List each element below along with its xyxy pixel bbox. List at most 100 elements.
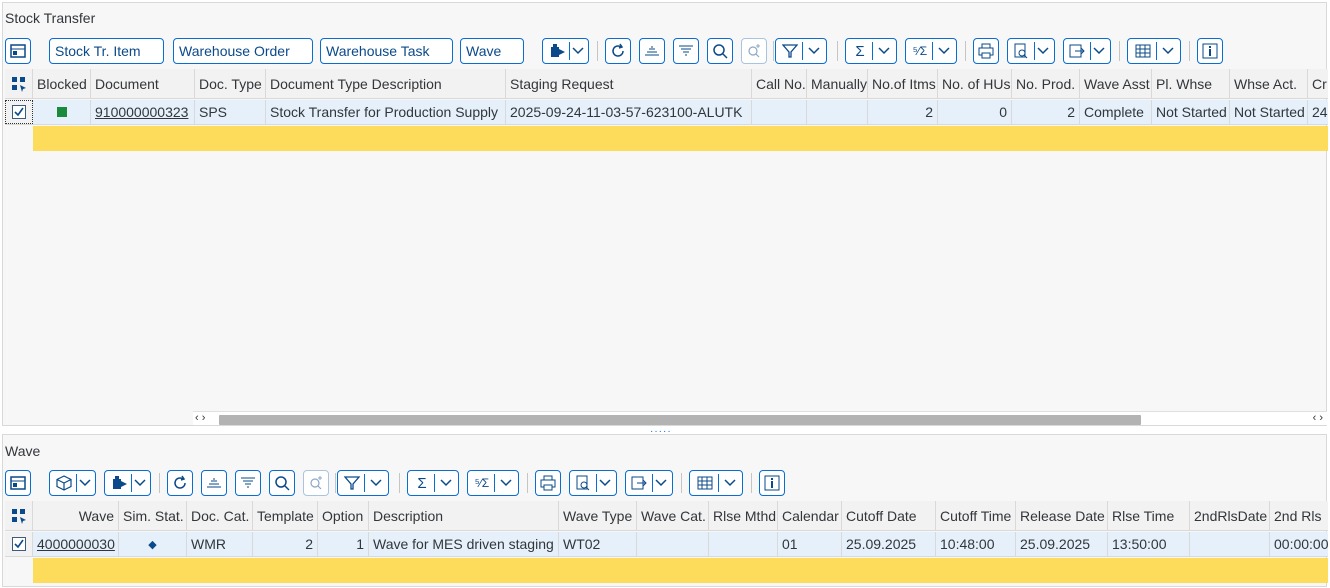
row-selector[interactable] <box>5 100 33 124</box>
column-header[interactable]: Staging Request <box>506 69 752 98</box>
print-button[interactable] <box>973 38 999 64</box>
scroll-left-icon[interactable]: ‹ › <box>195 412 205 424</box>
column-header[interactable]: Option <box>318 501 369 530</box>
new-entry-row[interactable] <box>33 126 1328 151</box>
sort-descending-button[interactable] <box>673 38 699 64</box>
column-header[interactable]: Doc. Type <box>195 69 266 98</box>
wave-toolbar: Σ ⁵⁄Σ <box>5 470 1323 498</box>
column-header[interactable]: 2nd Rls <box>1270 501 1328 530</box>
export-icon <box>111 475 129 491</box>
column-header[interactable]: Rlse Time <box>1108 501 1190 530</box>
column-header[interactable]: Pl. Whse <box>1152 69 1230 98</box>
export-menu-button[interactable] <box>104 470 151 496</box>
column-header[interactable]: Cutoff Date <box>842 501 936 530</box>
subtotal-menu-button[interactable]: ⁵⁄Σ <box>467 470 519 496</box>
column-header[interactable]: Template <box>253 501 318 530</box>
sort-ascending-button[interactable] <box>201 470 227 496</box>
export-icon <box>1069 43 1085 59</box>
select-all-icon[interactable] <box>5 69 33 98</box>
refresh-icon <box>610 43 626 59</box>
column-header[interactable]: Cutoff Time <box>936 501 1016 530</box>
table-row[interactable]: 4000000030 ◆ WMR 2 1 Wave for MES driven… <box>5 532 1328 557</box>
stock-tr-item-button[interactable]: Stock Tr. Item <box>49 38 164 64</box>
column-header[interactable]: Whse Act. <box>1230 69 1308 98</box>
column-header[interactable]: No. of HUs <box>938 69 1012 98</box>
print-button[interactable] <box>535 470 561 496</box>
search-plus-icon <box>746 43 762 59</box>
warehouse-task-button[interactable]: Warehouse Task <box>320 38 453 64</box>
checkbox-checked-icon[interactable] <box>11 537 26 551</box>
layout-button[interactable] <box>5 470 31 496</box>
view-menu-button[interactable] <box>569 470 617 496</box>
column-header[interactable]: No. Prod. <box>1012 69 1080 98</box>
column-header[interactable]: Call No. <box>752 69 807 98</box>
cutoff-time-cell: 10:48:00 <box>936 532 1016 556</box>
wave-button[interactable]: Wave <box>460 38 524 64</box>
export-menu-button[interactable] <box>542 38 589 64</box>
search-button[interactable] <box>707 38 733 64</box>
column-header[interactable]: Wave Cat. <box>637 501 709 530</box>
select-all-icon[interactable] <box>5 501 33 530</box>
refresh-button[interactable] <box>167 470 193 496</box>
wave-type-cell: WT02 <box>559 532 637 556</box>
object-menu-button[interactable] <box>49 470 96 496</box>
search-next-button[interactable] <box>303 470 329 496</box>
column-header[interactable]: No.of Itms <box>868 69 938 98</box>
column-header[interactable]: Doc. Cat. <box>187 501 253 530</box>
column-header[interactable]: Wave Type <box>559 501 637 530</box>
sum-menu-button[interactable]: Σ <box>407 470 459 496</box>
column-header[interactable]: Description <box>369 501 559 530</box>
layout-button[interactable] <box>5 38 31 64</box>
layout-menu-button[interactable] <box>689 470 743 496</box>
scroll-right-icon[interactable]: ‹ › <box>1313 412 1323 424</box>
column-header[interactable]: Document Type Description <box>266 69 506 98</box>
filter-menu-button[interactable] <box>337 470 389 496</box>
stock-transfer-title: Stock Transfer <box>5 10 96 26</box>
export-icon <box>549 43 567 59</box>
column-header[interactable]: Document <box>91 69 195 98</box>
refresh-icon <box>172 475 188 491</box>
search-button[interactable] <box>269 470 295 496</box>
export-list-menu-button[interactable] <box>625 470 673 496</box>
wave-link-text[interactable]: 4000000030 <box>37 536 115 552</box>
column-header[interactable]: 2ndRlsDate <box>1190 501 1270 530</box>
checkbox-checked-icon[interactable] <box>12 105 26 119</box>
horizontal-scrollbar[interactable]: ‹ › ‹ › <box>193 411 1327 425</box>
document-link-text[interactable]: 910000000323 <box>95 104 188 120</box>
column-header[interactable]: Release Date <box>1016 501 1108 530</box>
search-next-button[interactable] <box>741 38 767 64</box>
export-list-menu-button[interactable] <box>1063 38 1111 64</box>
scrollbar-thumb[interactable] <box>219 415 1141 425</box>
document-link[interactable]: 910000000323 <box>91 100 195 124</box>
view-menu-button[interactable] <box>1007 38 1055 64</box>
layout-menu-button[interactable] <box>1127 38 1181 64</box>
subtotal-menu-button[interactable]: ⁵⁄Σ <box>905 38 957 64</box>
column-header[interactable]: Cr <box>1308 69 1328 98</box>
column-header[interactable]: Manually <box>807 69 868 98</box>
column-header[interactable]: Calendar <box>778 501 842 530</box>
grid-layout-icon <box>697 475 713 491</box>
info-button[interactable] <box>1197 38 1223 64</box>
staging-request-cell: 2025-09-24-11-03-57-623100-ALUTK <box>506 100 752 124</box>
warehouse-order-button[interactable]: Warehouse Order <box>173 38 313 64</box>
sum-menu-button[interactable]: Σ <box>845 38 897 64</box>
info-button[interactable] <box>759 470 785 496</box>
rlse-mthd-cell <box>709 532 778 556</box>
wave-link[interactable]: 4000000030 <box>33 532 119 556</box>
sort-descending-button[interactable] <box>235 470 261 496</box>
column-header[interactable]: Wave <box>33 501 119 530</box>
info-icon <box>764 475 780 491</box>
table-row[interactable]: 910000000323 SPS Stock Transfer for Prod… <box>5 100 1328 125</box>
row-selector[interactable] <box>5 532 33 556</box>
refresh-button[interactable] <box>605 38 631 64</box>
sort-ascending-button[interactable] <box>639 38 665 64</box>
filter-icon <box>344 475 360 491</box>
layout-icon <box>10 476 26 490</box>
new-entry-row[interactable] <box>33 558 1328 583</box>
filter-menu-button[interactable] <box>775 38 827 64</box>
column-header[interactable]: Sim. Stat. <box>119 501 187 530</box>
column-header[interactable]: Rlse Mthd <box>709 501 778 530</box>
subtotal-icon: ⁵⁄Σ <box>474 476 490 490</box>
column-header[interactable]: Blocked <box>33 69 91 98</box>
column-header[interactable]: Wave Asst <box>1080 69 1152 98</box>
